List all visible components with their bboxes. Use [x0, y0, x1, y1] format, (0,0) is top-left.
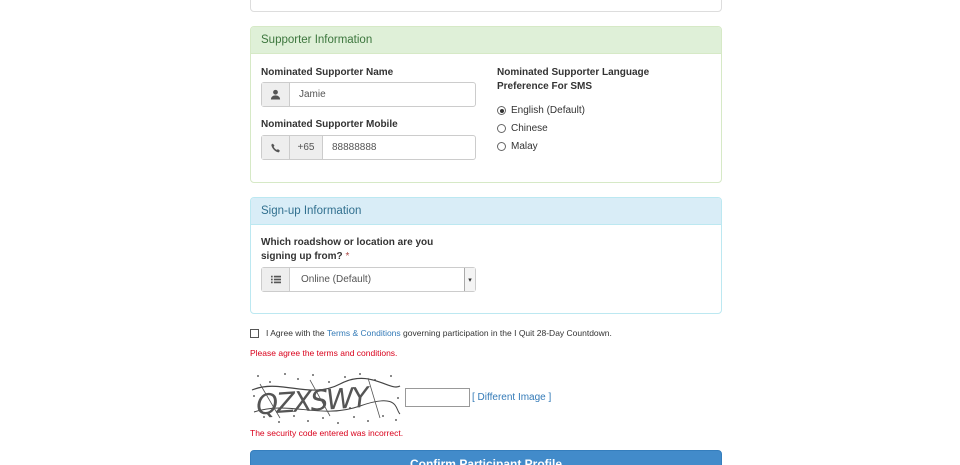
list-icon — [262, 268, 290, 291]
signup-information-panel: Sign-up Information Which roadshow or lo… — [250, 197, 722, 314]
location-select[interactable]: Online (Default) ▾ — [261, 267, 476, 292]
different-image-link[interactable]: [ Different Image ] — [472, 392, 551, 403]
supporter-name-label: Nominated Supporter Name — [261, 67, 394, 78]
terms-error-message: Please agree the terms and conditions. — [250, 348, 398, 358]
captcha-input[interactable] — [405, 388, 470, 407]
supporter-information-heading: Supporter Information — [251, 27, 721, 54]
supporter-information-panel: Supporter Information Nominated Supporte… — [250, 26, 722, 183]
required-asterisk: * — [345, 251, 350, 262]
supporter-mobile-field[interactable]: +65 88888888 — [261, 135, 476, 160]
radio-button[interactable] — [497, 142, 506, 151]
radio-malay[interactable]: Malay — [497, 141, 538, 152]
country-code: +65 — [290, 136, 323, 159]
signup-information-heading: Sign-up Information — [251, 198, 721, 225]
chevron-down-icon[interactable]: ▾ — [464, 268, 475, 291]
terms-checkbox[interactable] — [250, 328, 259, 338]
radio-button-selected[interactable] — [497, 106, 506, 115]
supporter-mobile-label: Nominated Supporter Mobile — [261, 119, 398, 130]
captcha-error-message: The security code entered was incorrect. — [250, 428, 404, 438]
terms-agreement: I Agree with the Terms & Conditions gove… — [250, 328, 612, 338]
language-preference-label: Nominated Supporter Language Preference … — [497, 67, 650, 92]
phone-icon — [262, 136, 290, 159]
supporter-name-input[interactable]: Jamie — [290, 83, 475, 106]
supporter-mobile-input[interactable]: 88888888 — [323, 136, 475, 159]
radio-button[interactable] — [497, 124, 506, 133]
terms-link[interactable]: Terms & Conditions — [327, 328, 401, 338]
radio-chinese[interactable]: Chinese — [497, 123, 548, 134]
captcha-image: QZXSWY — [250, 370, 402, 425]
previous-panel-edge — [250, 0, 722, 12]
supporter-name-field[interactable]: Jamie — [261, 82, 476, 107]
confirm-participant-profile-button[interactable]: Confirm Participant Profile — [250, 450, 722, 465]
location-selected-value[interactable]: Online (Default) — [290, 268, 464, 291]
location-question-label: Which roadshow or location are you signi… — [261, 237, 434, 262]
user-icon — [262, 83, 290, 106]
radio-english[interactable]: English (Default) — [497, 105, 585, 116]
